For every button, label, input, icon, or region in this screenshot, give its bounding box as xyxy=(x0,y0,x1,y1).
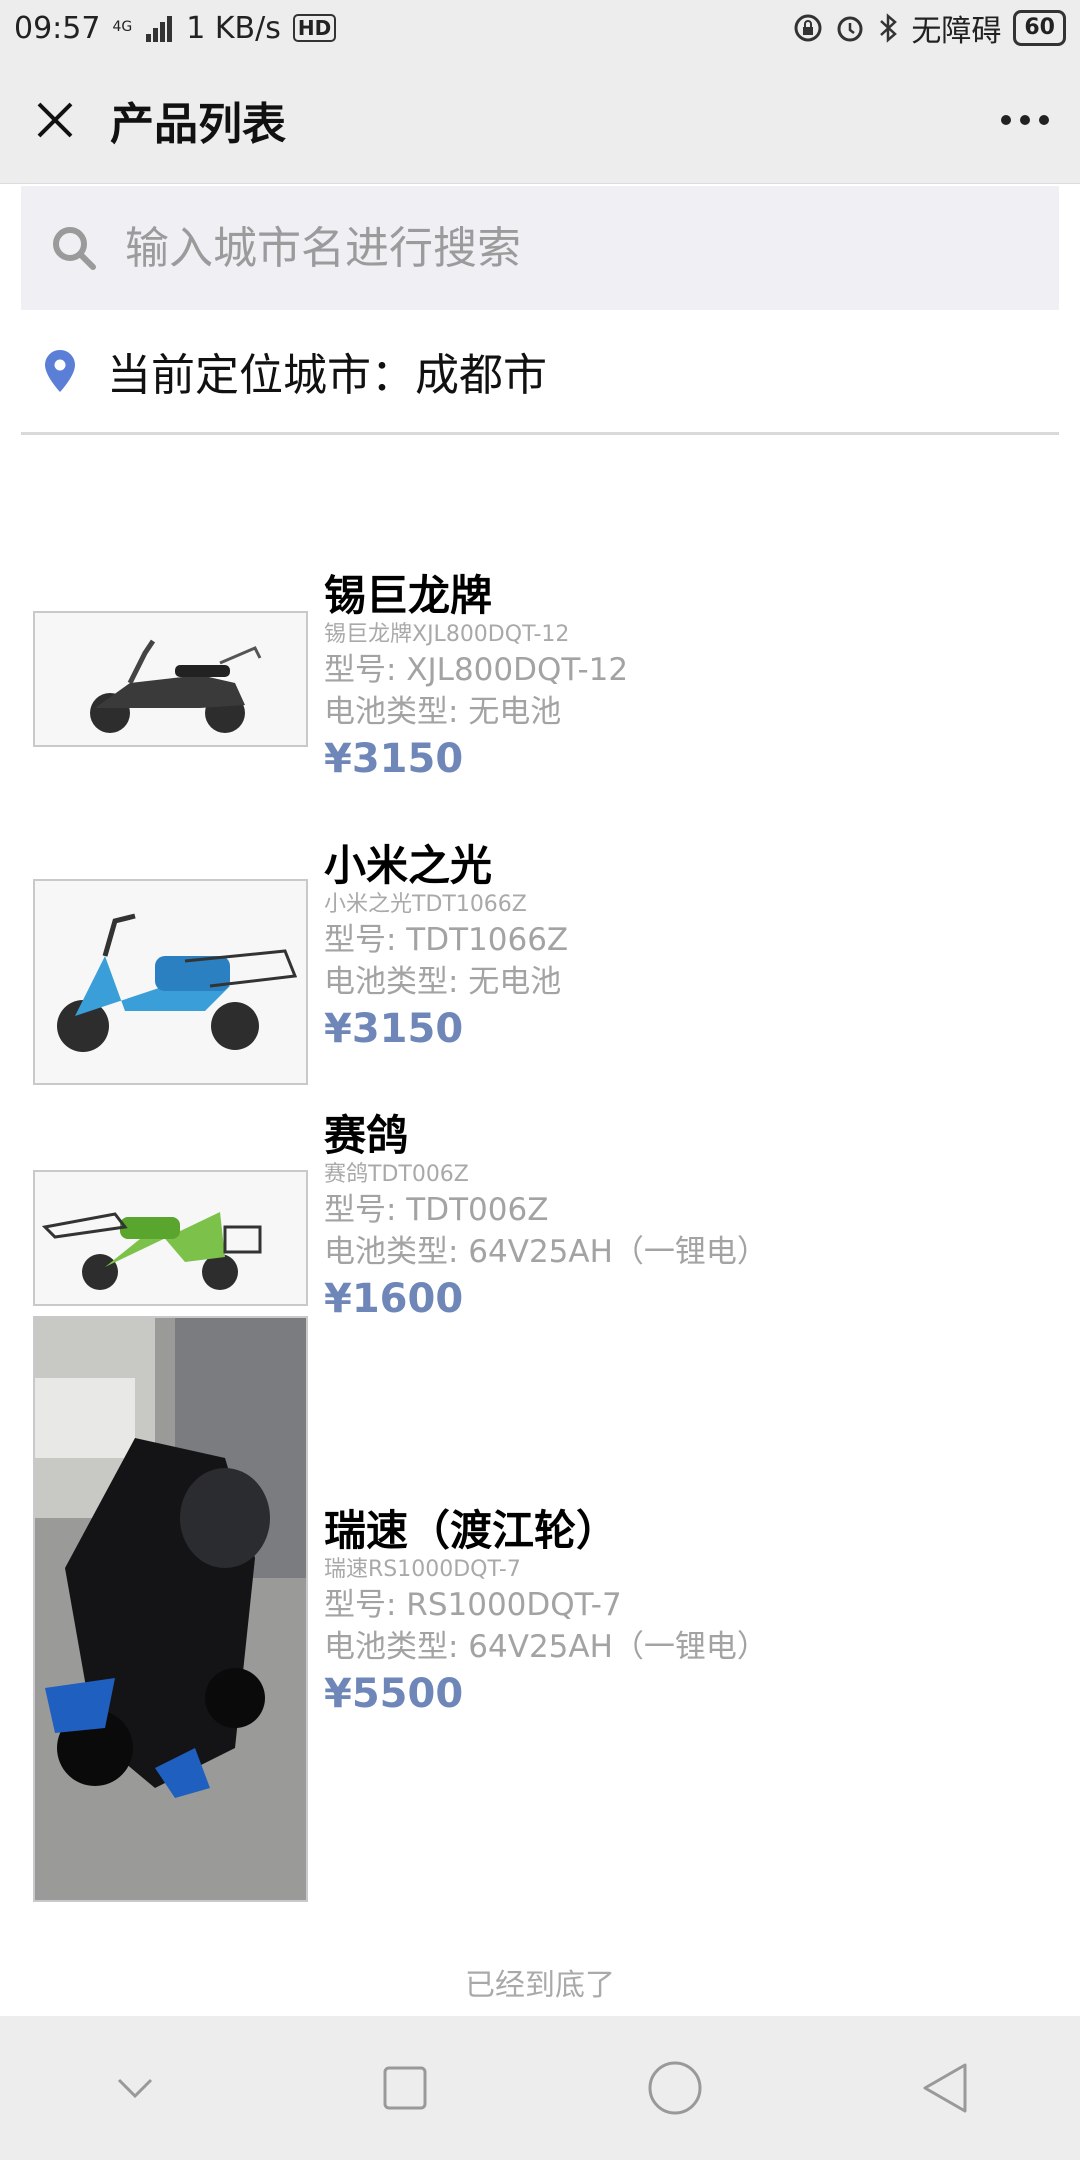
close-icon xyxy=(37,102,73,137)
product-item[interactable]: 瑞速（渡江轮） 瑞速RS1000DQT-7 型号: RS1000DQT-7 电池… xyxy=(0,1316,1080,1916)
network-type: 4G xyxy=(112,18,133,35)
bluetooth-icon xyxy=(880,13,898,43)
product-name: 锡巨龙牌 xyxy=(324,571,493,620)
search-input[interactable] xyxy=(125,222,1005,274)
circle-icon xyxy=(648,2061,702,2115)
product-model: 型号: TDT006Z xyxy=(324,1192,549,1228)
chevron-down-icon xyxy=(117,2078,153,2099)
product-name: 小米之光 xyxy=(324,841,493,890)
product-model: 型号: XJL800DQT-12 xyxy=(324,652,629,688)
product-name: 瑞速（渡江轮） xyxy=(324,1506,619,1555)
alarm-icon xyxy=(837,16,863,42)
location-pin-icon xyxy=(45,350,75,392)
product-subtitle: 瑞速RS1000DQT-7 xyxy=(324,1557,521,1582)
status-right: 无障碍 60 xyxy=(793,6,1066,50)
product-image[interactable] xyxy=(33,611,308,747)
status-left: 09:57 4G 1 KB/s HD xyxy=(14,10,337,46)
scooter-image xyxy=(35,1172,306,1304)
more-icon xyxy=(1020,114,1030,125)
product-battery: 电池类型: 无电池 xyxy=(324,964,562,1000)
product-battery: 电池类型: 64V25AH（一锂电） xyxy=(324,1234,768,1270)
home-button[interactable] xyxy=(615,2028,735,2148)
product-name: 赛鸽 xyxy=(324,1111,409,1160)
search-icon xyxy=(53,227,96,270)
product-image[interactable] xyxy=(33,1316,308,1902)
more-button[interactable] xyxy=(970,56,1080,184)
system-navigation-bar xyxy=(0,2016,1080,2160)
more-icon xyxy=(1001,114,1011,125)
status-bar: 09:57 4G 1 KB/s HD 无障碍 60 xyxy=(0,0,1080,56)
product-info: 锡巨龙牌 锡巨龙牌XJL800DQT-12 型号: XJL800DQT-12 电… xyxy=(324,571,1064,785)
product-battery: 电池类型: 无电池 xyxy=(324,694,562,730)
hide-nav-button[interactable] xyxy=(75,2028,195,2148)
scooter-image xyxy=(35,613,306,745)
product-info: 赛鸽 赛鸽TDT006Z 型号: TDT006Z 电池类型: 64V25AH（一… xyxy=(324,1111,1064,1325)
product-image[interactable] xyxy=(33,1170,308,1306)
network-speed: 1 KB/s xyxy=(186,10,281,46)
product-subtitle: 小米之光TDT1066Z xyxy=(324,892,527,917)
hd-icon: HD xyxy=(292,14,337,42)
product-price: ¥5500 xyxy=(324,1671,464,1717)
signal-icon xyxy=(146,16,173,42)
end-of-list-text: 已经到底了 xyxy=(465,1968,615,2003)
product-item[interactable]: 赛鸽 赛鸽TDT006Z 型号: TDT006Z 电池类型: 64V25AH（一… xyxy=(0,1046,1080,1322)
battery-indicator: 60 xyxy=(1013,10,1066,46)
triangle-back-icon xyxy=(923,2063,967,2113)
close-button[interactable] xyxy=(0,56,110,184)
current-location[interactable]: 当前定位城市：成都市 xyxy=(21,310,1059,435)
product-item[interactable]: 小米之光 小米之光TDT1066Z 型号: TDT1066Z 电池类型: 无电池… xyxy=(0,776,1080,1085)
search-bar[interactable] xyxy=(21,186,1059,310)
more-icon xyxy=(1039,114,1049,125)
lock-rotation-icon xyxy=(794,14,822,42)
recent-apps-button[interactable] xyxy=(345,2028,465,2148)
product-model: 型号: RS1000DQT-7 xyxy=(324,1587,622,1623)
product-model: 型号: TDT1066Z xyxy=(324,922,569,958)
page-title: 产品列表 xyxy=(110,98,286,150)
status-time: 09:57 xyxy=(14,10,101,46)
product-subtitle: 锡巨龙牌XJL800DQT-12 xyxy=(324,622,570,647)
scooter-image xyxy=(35,1318,306,1900)
product-subtitle: 赛鸽TDT006Z xyxy=(324,1162,469,1187)
location-label: 当前定位城市：成都市 xyxy=(107,350,547,401)
product-item[interactable]: 锡巨龙牌 锡巨龙牌XJL800DQT-12 型号: XJL800DQT-12 电… xyxy=(0,506,1080,782)
product-info: 小米之光 小米之光TDT1066Z 型号: TDT1066Z 电池类型: 无电池… xyxy=(324,841,1064,1055)
product-info: 瑞速（渡江轮） 瑞速RS1000DQT-7 型号: RS1000DQT-7 电池… xyxy=(324,1506,1064,1720)
back-button[interactable] xyxy=(885,2028,1005,2148)
square-icon xyxy=(383,2066,427,2110)
nav-bar: 产品列表 xyxy=(0,56,1080,184)
accessibility-label: 无障碍 xyxy=(911,14,1002,49)
product-battery: 电池类型: 64V25AH（一锂电） xyxy=(324,1629,768,1665)
